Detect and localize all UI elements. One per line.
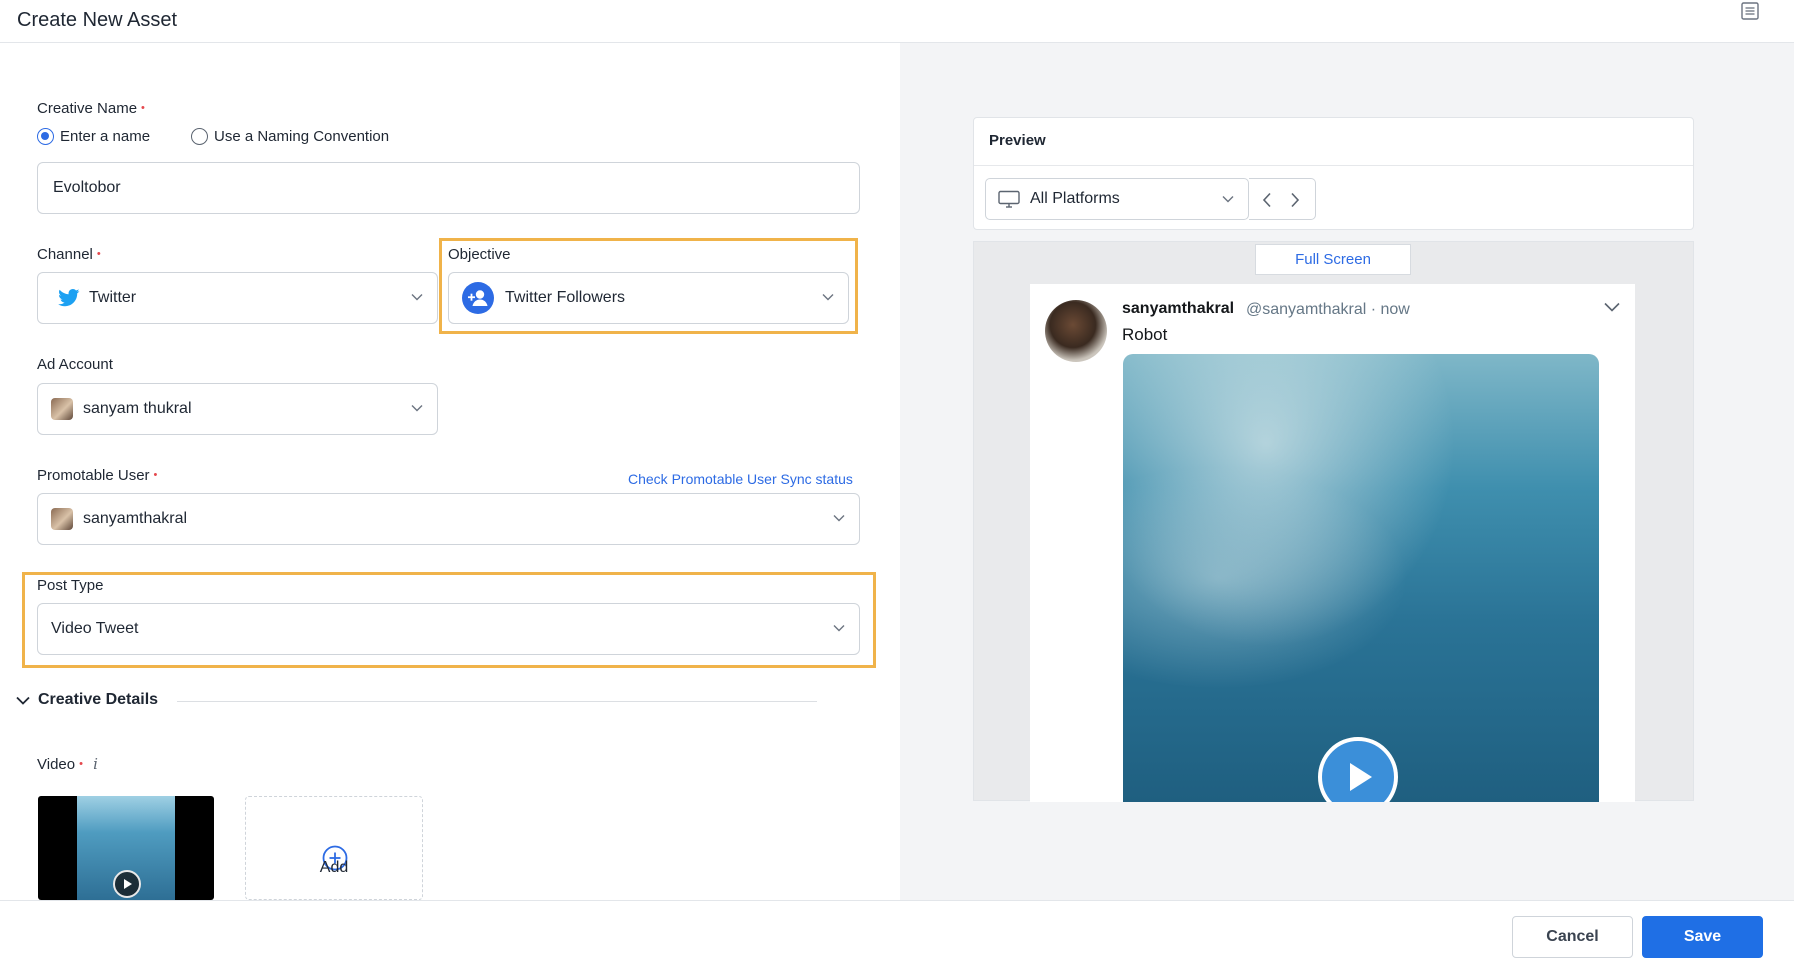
preview-nav [1249,178,1316,220]
promotable-user-select[interactable]: sanyamthakral [37,493,860,545]
radio-unselected-icon[interactable] [191,128,208,145]
account-avatar [51,398,73,420]
add-label: Add [319,859,349,876]
radio-naming-convention-label: Use a Naming Convention [214,128,390,145]
create-asset-app: Create New Asset Creative Name • Enter a … [0,0,1794,966]
play-icon[interactable] [113,870,141,898]
chevron-down-icon[interactable] [411,293,423,301]
add-video-button[interactable]: Add [245,796,423,900]
preview-title: Preview [989,132,1046,149]
save-button[interactable]: Save [1642,916,1763,958]
objective-label: Objective [448,246,511,263]
creative-details-title: Creative Details [38,691,159,708]
header: Create New Asset [0,0,1794,43]
monitor-icon [998,190,1020,208]
preview-divider [974,165,1693,166]
twitter-icon [58,289,80,307]
post-type-value: Video Tweet [51,620,139,637]
radio-enter-name[interactable]: Enter a name [37,128,150,145]
chevron-down-icon[interactable] [833,514,845,522]
ad-account-value: sanyam thukral [83,400,192,417]
tweet-preview: sanyamthakral @sanyamthakral · now Robot [1030,284,1635,802]
ad-account-select[interactable]: sanyam thukral [37,383,438,435]
chevron-down-icon[interactable] [16,696,30,705]
platform-value: All Platforms [1030,190,1120,207]
preview-stage: Full Screen sanyamthakral @sanyamthakral… [973,241,1694,802]
radio-enter-name-label: Enter a name [60,128,151,145]
chevron-down-icon[interactable] [1222,195,1234,203]
post-type-label: Post Type [37,577,104,594]
chevron-down-icon[interactable] [833,624,845,632]
channel-select[interactable]: Twitter [37,272,438,324]
objective-select[interactable]: Twitter Followers [448,272,849,324]
channel-label: Channel • [37,246,101,263]
chevron-down-icon[interactable] [822,293,834,301]
chevron-down-icon[interactable] [1604,302,1620,312]
creative-name-value: Evoltobor [53,179,121,196]
preview-panel: Preview All Platforms Full Screen sanyam… [900,43,1794,900]
radio-naming-convention[interactable]: Use a Naming Convention [191,128,389,145]
chevron-right-icon[interactable] [1290,192,1300,208]
creative-name-label: Creative Name • [37,100,145,117]
required-marker: • [141,102,145,114]
post-type-select[interactable]: Video Tweet [37,603,860,655]
page-title: Create New Asset [17,9,178,31]
required-marker: • [79,758,83,770]
check-sync-status-link[interactable]: Check Promotable User Sync status [628,471,853,487]
play-icon[interactable] [1318,737,1398,802]
notes-icon[interactable] [1741,2,1759,20]
tweet-username: sanyamthakral [1122,300,1235,317]
user-avatar [51,508,73,530]
objective-value: Twitter Followers [505,289,626,306]
tweet-text: Robot [1122,325,1168,344]
platform-select[interactable]: All Platforms [985,178,1249,220]
ad-account-label: Ad Account [37,356,113,373]
tweet-handle: @sanyamthakral · now [1246,301,1410,318]
preview-card: Preview All Platforms [973,117,1694,230]
chevron-left-icon[interactable] [1262,192,1272,208]
full-screen-button[interactable]: Full Screen [1255,244,1411,275]
required-marker: • [96,248,101,260]
radio-selected-icon[interactable] [37,128,54,145]
cancel-button[interactable]: Cancel [1512,916,1633,958]
creative-name-input[interactable]: Evoltobor [37,162,860,214]
creative-details-toggle[interactable]: Creative Details [16,691,158,709]
tweet-avatar [1045,300,1107,362]
section-divider [177,701,817,702]
tweet-video [1123,354,1599,802]
video-thumbnail[interactable] [38,796,214,900]
required-marker: • [153,469,158,481]
channel-value: Twitter [89,289,137,306]
form-panel: Creative Name • Enter a name Use a Naming… [0,43,900,900]
chevron-down-icon[interactable] [411,404,423,412]
promotable-user-value: sanyamthakral [83,510,188,527]
footer: Cancel Save [0,900,1794,966]
info-icon[interactable]: i [93,755,98,773]
video-label: Video • i [37,755,98,773]
add-follower-icon [462,282,494,314]
promotable-user-label: Promotable User • [37,467,158,484]
